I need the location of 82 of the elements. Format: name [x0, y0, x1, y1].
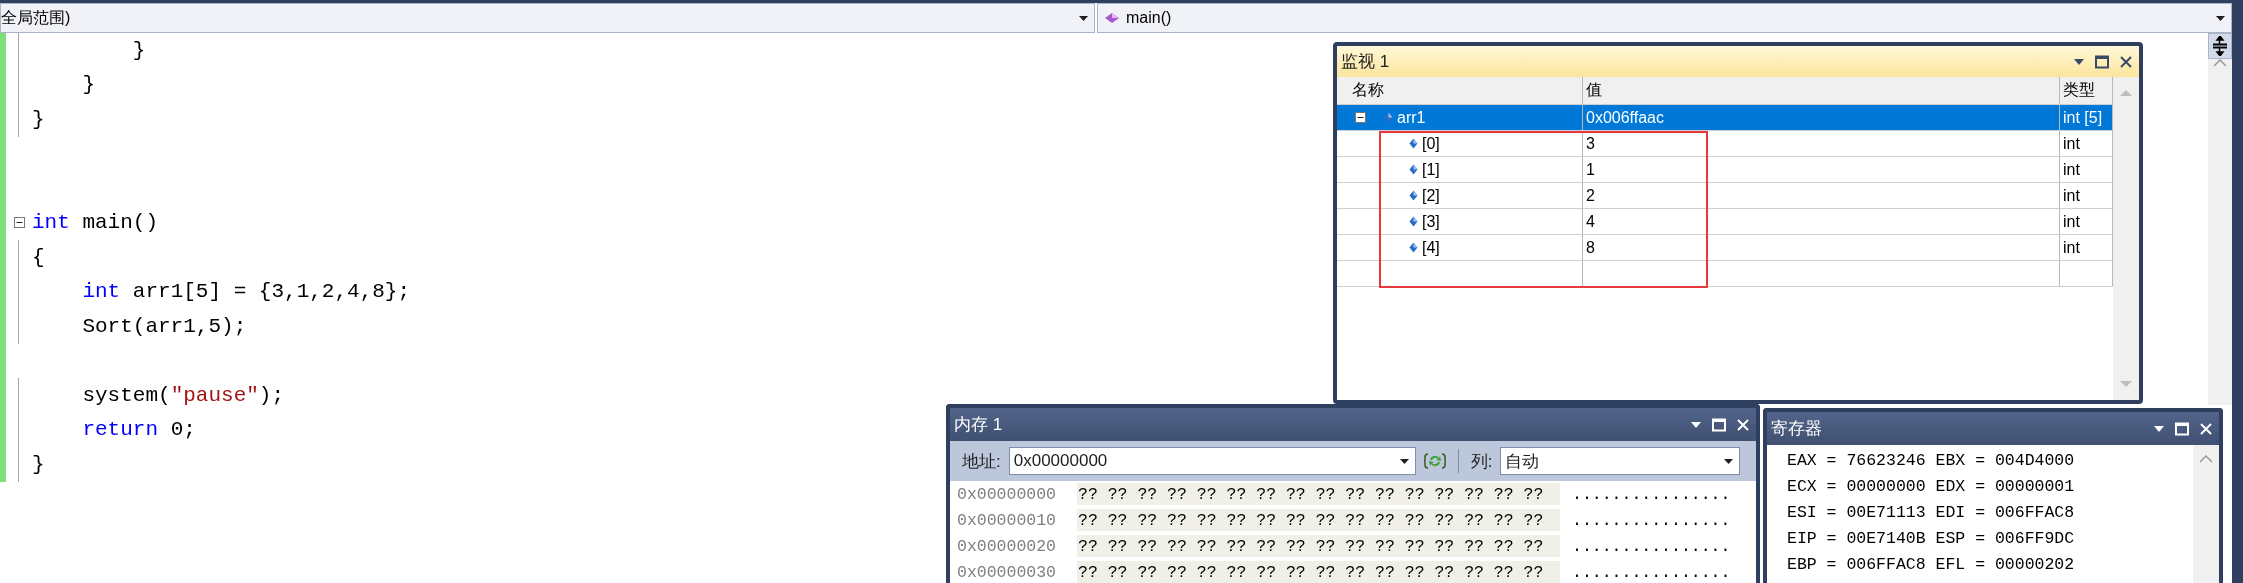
variable-icon — [1409, 242, 1418, 253]
code-line: return 0; — [81, 418, 196, 442]
memory-chars: ................ — [1571, 562, 1731, 582]
variable-value: 2 — [1586, 186, 1595, 205]
caret-icon — [1724, 458, 1734, 464]
register-line: EAX = 76623246 EBX = 004D4000 — [1787, 449, 2076, 472]
variable-name: [4] — [1422, 238, 1440, 257]
memory-address: 0x00000000 — [956, 484, 1058, 504]
variable-type: int — [2063, 238, 2080, 257]
splitter-handle[interactable] — [2208, 33, 2232, 59]
code-line: } — [32, 107, 45, 131]
variable-icon — [1409, 138, 1418, 149]
dropdown-icon[interactable] — [1690, 420, 1702, 429]
watch-row[interactable]: [3] 4 int — [1337, 209, 2113, 235]
variable-name: [2] — [1422, 186, 1440, 205]
memory-chars: ................ — [1571, 536, 1731, 556]
memory-chars: ................ — [1571, 484, 1731, 504]
watch-row[interactable]: [2] 2 int — [1337, 183, 2113, 209]
memory-bytes: ?? ?? ?? ?? ?? ?? ?? ?? ?? ?? ?? ?? ?? ?? ?? ?? — [1077, 535, 1560, 557]
variable-type: int — [2063, 186, 2080, 205]
function-dropdown[interactable]: main() — [1097, 3, 2232, 33]
register-line: ECX = 00000000 EDX = 00000001 — [1787, 475, 2076, 498]
watch-row[interactable]: [1] 1 int — [1337, 157, 2113, 183]
memory-address: 0x00000020 — [956, 536, 1058, 556]
dropdown-icon[interactable] — [2153, 424, 2165, 433]
code-line: } — [32, 452, 45, 476]
column-header[interactable]: 名称 — [1349, 77, 1583, 104]
code-line: system("pause"); — [81, 383, 285, 407]
address-label: 地址: — [962, 450, 1001, 473]
register-line: ESI = 00E71113 EDI = 006FFAC8 — [1787, 501, 2076, 524]
address-field[interactable]: 0x00000000 — [1008, 447, 1416, 475]
variable-value: 3 — [1586, 134, 1595, 153]
variable-value: 1 — [1586, 160, 1595, 179]
variable-value: 8 — [1586, 238, 1595, 257]
code-line: } — [81, 73, 95, 97]
panel-title: 监视 1 — [1341, 51, 1390, 73]
panel-title: 寄存器 — [1771, 418, 1822, 440]
method-icon — [1104, 12, 1120, 24]
caret-icon — [1079, 15, 1088, 21]
memory-address: 0x00000030 — [956, 562, 1058, 582]
close-icon[interactable] — [2119, 54, 2133, 69]
memory-bytes: ?? ?? ?? ?? ?? ?? ?? ?? ?? ?? ?? ?? ?? ?? ?? ?? — [1077, 509, 1560, 531]
register-line: EIP = 00E7140B ESP = 006FF9DC — [1787, 527, 2076, 550]
variable-name: [3] — [1422, 212, 1440, 231]
splitter-icon — [2213, 36, 2227, 56]
variable-name: [0] — [1422, 134, 1440, 153]
variable-value: 0x006ffaac — [1586, 108, 1664, 127]
variable-type: int [5] — [2063, 108, 2103, 127]
watch-row[interactable]: [4] 8 int — [1337, 235, 2113, 261]
variable-icon — [1409, 190, 1418, 201]
variable-icon — [1409, 216, 1418, 227]
memory-chars: ................ — [1571, 510, 1731, 530]
caret-icon — [1399, 458, 1409, 464]
variable-name: [1] — [1422, 160, 1440, 179]
register-line: EBP = 006FFAC8 EFL = 00000202 — [1787, 553, 2076, 576]
memory-bytes: ?? ?? ?? ?? ?? ?? ?? ?? ?? ?? ?? ?? ?? ?? ?? ?? — [1077, 561, 1560, 583]
maximize-icon[interactable] — [2095, 54, 2109, 69]
variable-type: int — [2063, 160, 2080, 179]
variable-type: int — [2063, 212, 2080, 231]
variable-icon — [1384, 112, 1393, 123]
caret-icon — [2216, 15, 2225, 21]
code-line: Sort(arr1,5); — [81, 314, 247, 338]
code-line: } — [131, 38, 146, 62]
columns-dropdown[interactable]: 自动 — [1500, 447, 1741, 475]
memory-address: 0x00000010 — [956, 510, 1058, 530]
dropdown-icon[interactable] — [2073, 57, 2085, 66]
variable-value: 4 — [1586, 212, 1595, 231]
code-line: int main() — [32, 211, 159, 235]
variable-icon — [1409, 164, 1418, 175]
scope-dropdown[interactable]: 全局范围) — [0, 3, 1095, 33]
columns-label: 列: — [1470, 450, 1493, 473]
code-line: int arr1[5] = {3,1,2,4,8}; — [81, 280, 411, 304]
panel-title: 内存 1 — [954, 414, 1003, 436]
refresh-icon[interactable] — [1423, 452, 1446, 470]
column-header[interactable]: 值 — [1583, 77, 2060, 104]
watch-row[interactable]: arr1 0x006ffaac int [5] — [1337, 105, 2113, 131]
memory-bytes: ?? ?? ?? ?? ?? ?? ?? ?? ?? ?? ?? ?? ?? ?? ?? ?? — [1077, 483, 1560, 505]
collapse-icon[interactable] — [1355, 112, 1366, 123]
variable-type: int — [2063, 134, 2080, 153]
variable-name: arr1 — [1397, 108, 1426, 127]
code-line: { — [32, 245, 45, 269]
collapse-icon[interactable] — [13, 217, 25, 229]
